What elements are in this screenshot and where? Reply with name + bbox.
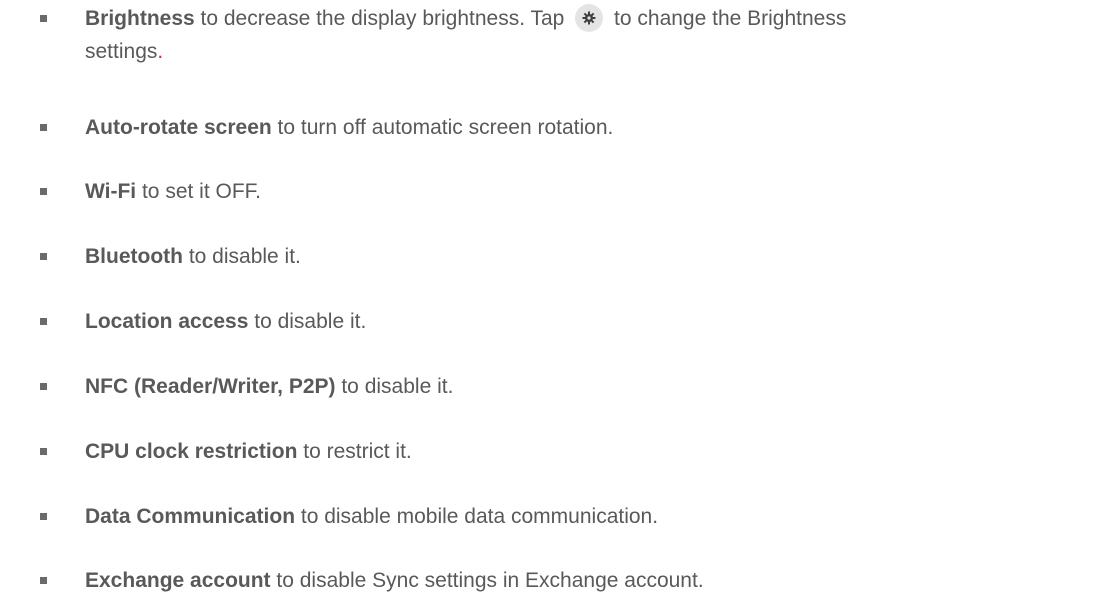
gear-icon[interactable] <box>575 4 604 32</box>
bullet-marker <box>40 188 47 195</box>
item-description: to disable it. <box>248 310 367 333</box>
item-text: Exchange account to disable Sync setting… <box>85 564 1117 597</box>
item-term: Exchange account <box>85 569 271 592</box>
bullet-marker <box>40 253 47 260</box>
item-description: to disable Sync settings in Exchange acc… <box>270 569 704 592</box>
bullet-marker <box>40 15 47 22</box>
item-text: Auto-rotate screen to turn off automatic… <box>85 111 1117 144</box>
item-text: Data Communication to disable mobile dat… <box>85 500 1117 533</box>
item-text: NFC (Reader/Writer, P2P) to disable it. <box>85 370 1117 403</box>
item-text: Bluetooth to disable it. <box>85 240 1117 273</box>
trailing-period: . <box>157 40 164 63</box>
item-description: to restrict it. <box>297 440 412 463</box>
item-text: CPU clock restriction to restrict it. <box>85 435 1117 468</box>
item-description: to set it OFF. <box>136 180 262 203</box>
item-text: Location access to disable it. <box>85 305 1117 338</box>
item-text-line2: settings. <box>85 35 163 68</box>
item-description: to disable it. <box>335 375 454 398</box>
bullet-marker <box>40 318 47 325</box>
item-term: Data Communication <box>85 505 296 528</box>
item-term: NFC (Reader/Writer, P2P) <box>85 375 336 398</box>
item-description: to disable it. <box>182 245 301 268</box>
item-term: Location access <box>85 310 249 333</box>
bullet-marker <box>40 513 47 520</box>
item-description-line2: settings <box>85 40 158 63</box>
item-term: Brightness <box>85 7 195 30</box>
bullet-marker <box>40 124 47 131</box>
bullet-marker <box>40 383 47 390</box>
bullet-marker <box>40 448 47 455</box>
item-term: Auto-rotate screen <box>85 116 272 139</box>
item-term: Bluetooth <box>85 245 183 268</box>
item-text: Brightness to decrease the display brigh… <box>85 2 1117 35</box>
item-description: to turn off automatic screen rotation. <box>271 116 614 139</box>
item-text: Wi-Fi to set it OFF. <box>85 175 1117 208</box>
item-description-continued: to change the Brightness <box>608 7 847 30</box>
item-term: Wi-Fi <box>85 180 137 203</box>
item-description: to decrease the display brightness. Tap <box>194 7 571 30</box>
item-term: CPU clock restriction <box>85 440 298 463</box>
item-description: to disable mobile data communication. <box>295 505 659 528</box>
bullet-marker <box>40 577 47 584</box>
